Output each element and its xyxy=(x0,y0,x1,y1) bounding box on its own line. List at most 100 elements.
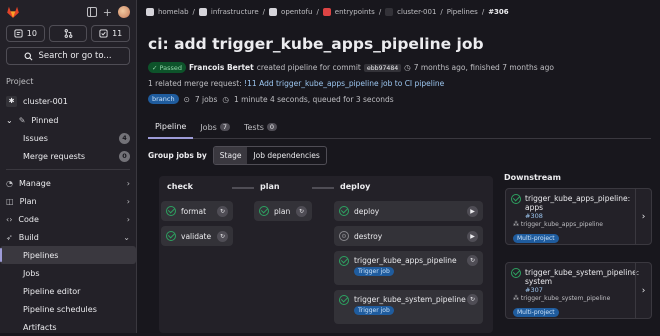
status-badge[interactable]: ✓ Passed xyxy=(148,62,186,73)
breadcrumb-item[interactable]: entrypoints xyxy=(335,8,375,16)
stage-deploy: deploy deploy ▶ ⚙ destroy ▶ trigger_kube_ap… xyxy=(334,180,483,324)
downstream-pipeline-id[interactable]: #307 xyxy=(525,286,629,295)
job-validate[interactable]: validate ↻ xyxy=(161,226,233,246)
merge-requests-badge: 0 xyxy=(119,150,130,162)
merge-requests-count-button[interactable] xyxy=(48,25,88,42)
chevron-right-icon[interactable]: › xyxy=(635,189,651,244)
job-trigger-kube-apps[interactable]: trigger_kube_apps_pipeline Trigger job ↻ xyxy=(334,251,483,285)
job-name: format xyxy=(181,206,207,216)
job-name: destroy xyxy=(354,231,383,241)
sidebar-item-artifacts[interactable]: Artifacts xyxy=(0,318,136,336)
manage-icon: ◔ xyxy=(6,178,13,188)
plan-icon: ◫ xyxy=(6,196,14,206)
sidebar-toggle-icon[interactable] xyxy=(86,7,97,17)
clock-icon: ◷ xyxy=(404,63,411,72)
sidebar-item-jobs[interactable]: Jobs xyxy=(0,264,136,282)
chevron-right-icon: › xyxy=(126,214,130,224)
job-format[interactable]: format ↻ xyxy=(161,201,233,221)
tab-pipeline[interactable]: Pipeline xyxy=(148,115,194,139)
issues-icon xyxy=(14,29,23,38)
sidebar-item-plan[interactable]: ◫ Plan › xyxy=(0,192,136,210)
downstream-name: trigger_kube_apps_pipeline: apps xyxy=(525,194,631,212)
issues-count-button[interactable]: 10 xyxy=(6,25,45,42)
project-item[interactable]: ✱ cluster-001 xyxy=(0,91,136,111)
search-icon xyxy=(24,52,33,61)
sidebar-item-label: Plan xyxy=(19,196,37,206)
sidebar-item-issues[interactable]: Issues 4 xyxy=(0,129,136,147)
breadcrumb-item[interactable]: opentofu xyxy=(281,8,312,16)
tab-count: 0 xyxy=(266,123,278,131)
commit-sha[interactable]: ebb97484 xyxy=(363,63,402,72)
downstream-card[interactable]: trigger_kube_system_pipeline: system #307… xyxy=(505,262,652,319)
sidebar-item-pinned[interactable]: ⌄ ✎ Pinned xyxy=(0,111,136,129)
group-by-stage-button[interactable]: Stage xyxy=(213,147,248,164)
success-icon xyxy=(166,231,176,241)
group-avatar xyxy=(269,8,278,16)
pin-icon: ✎ xyxy=(18,115,26,125)
time-text: 7 months ago, finished 7 months ago xyxy=(413,63,554,72)
issues-badge: 4 xyxy=(119,132,130,144)
sidebar-item-pipeline-schedules[interactable]: Pipeline schedules xyxy=(0,300,136,318)
check-circle-icon: ✓ xyxy=(152,63,158,72)
plus-icon[interactable]: + xyxy=(103,6,112,19)
search-button[interactable]: Search or go to... xyxy=(6,47,130,65)
sidebar-item-merge-requests[interactable]: Merge requests 0 xyxy=(0,147,136,165)
group-jobs-toggle: Stage Job dependencies xyxy=(212,146,327,165)
breadcrumb-item[interactable]: homelab xyxy=(158,8,189,16)
group-jobs-control: Group jobs by Stage Job dependencies xyxy=(148,146,660,165)
success-icon xyxy=(511,194,521,204)
downstream-pipeline-id[interactable]: #308 xyxy=(525,212,629,221)
breadcrumb: homelab / infrastructure / opentofu / entry… xyxy=(137,0,660,24)
divider xyxy=(6,169,130,170)
pipeline-icon: ⊙ xyxy=(183,94,190,104)
rocket-icon: ➶ xyxy=(6,232,13,242)
avatar[interactable] xyxy=(118,6,130,18)
merge-request-icon xyxy=(64,29,73,38)
retry-icon[interactable]: ↻ xyxy=(467,255,478,266)
downstream-card[interactable]: trigger_kube_apps_pipeline: apps #308 ⁂ t… xyxy=(505,188,652,245)
todos-count: 11 xyxy=(112,29,123,38)
group-avatar xyxy=(198,8,207,16)
duration-text: 1 minute 4 seconds, queued for 3 seconds xyxy=(233,94,394,104)
retry-icon[interactable]: ↻ xyxy=(467,294,478,305)
sidebar-item-manage[interactable]: ◔ Manage › xyxy=(0,174,136,192)
stage-title: check xyxy=(167,182,193,191)
todos-count-button[interactable]: 11 xyxy=(91,25,131,42)
breadcrumb-item[interactable]: infrastructure xyxy=(211,8,259,16)
multi-project-badge: Multi-project xyxy=(513,234,559,243)
success-icon xyxy=(166,206,176,216)
jobs-count: 7 jobs xyxy=(194,94,218,104)
mr-link[interactable]: !11 Add trigger_kube_apps_pipeline job t… xyxy=(244,79,444,88)
job-plan[interactable]: plan ↻ xyxy=(254,201,312,221)
project-icon: ⁂ xyxy=(513,295,521,302)
sidebar-item-code[interactable]: ‹› Code › xyxy=(0,210,136,228)
tab-tests[interactable]: Tests 0 xyxy=(237,115,284,139)
play-icon[interactable]: ▶ xyxy=(467,230,478,242)
play-icon[interactable]: ▶ xyxy=(467,205,478,217)
success-icon xyxy=(511,268,521,278)
sidebar-item-label: Pipeline schedules xyxy=(23,304,97,314)
sidebar-item-pipelines[interactable]: Pipelines xyxy=(0,246,136,264)
sidebar-item-pipeline-editor[interactable]: Pipeline editor xyxy=(0,282,136,300)
clock-icon: ◷ xyxy=(222,94,229,104)
gitlab-logo-icon[interactable] xyxy=(6,5,20,19)
group-avatar xyxy=(146,8,154,16)
group-by-dependencies-button[interactable]: Job dependencies xyxy=(247,147,325,164)
search-label: Search or go to... xyxy=(38,51,112,61)
breadcrumb-item[interactable]: cluster-001 xyxy=(397,8,436,16)
job-trigger-kube-system[interactable]: trigger_kube_system_pipeline Trigger job ↻ xyxy=(334,290,483,324)
author-link[interactable]: Francois Bertet xyxy=(189,63,254,72)
job-destroy[interactable]: ⚙ destroy ▶ xyxy=(334,226,483,246)
stage-connector xyxy=(232,187,254,189)
retry-icon[interactable]: ↻ xyxy=(217,230,228,242)
chevron-right-icon[interactable]: › xyxy=(635,263,651,318)
job-deploy[interactable]: deploy ▶ xyxy=(334,201,483,221)
sidebar-item-label: Artifacts xyxy=(23,322,57,332)
sidebar-item-label: Pipeline editor xyxy=(23,286,81,296)
retry-icon[interactable]: ↻ xyxy=(217,205,228,217)
breadcrumb-item[interactable]: Pipelines xyxy=(447,8,478,16)
retry-icon[interactable]: ↻ xyxy=(296,205,307,217)
manual-job-icon: ⚙ xyxy=(339,231,349,241)
sidebar-item-build[interactable]: ➶ Build ⌄ xyxy=(0,228,136,246)
tab-jobs[interactable]: Jobs 7 xyxy=(193,115,237,139)
